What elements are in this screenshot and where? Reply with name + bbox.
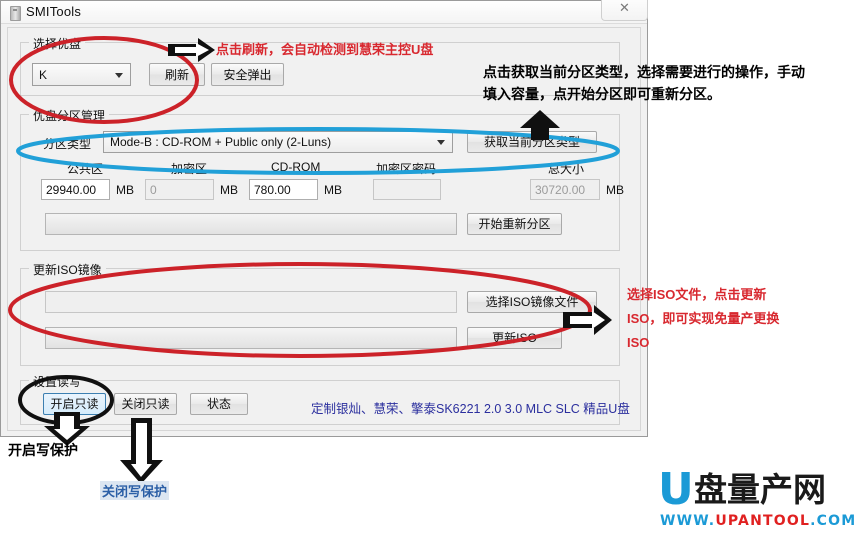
- public-area-label: 公共区: [67, 162, 104, 176]
- annotation-refresh-note: 点击刷新，会自动检测到慧荣主控U盘: [216, 42, 434, 57]
- refresh-button[interactable]: 刷新: [149, 63, 205, 86]
- annotation-iso-note-line2: ISO，即可实现免量产更换: [627, 311, 780, 326]
- app-note-text: 定制银灿、慧荣、擎泰SK6221 2.0 3.0 MLC SLC 精品U盘: [311, 402, 630, 416]
- logo-url-www: WWW.: [660, 513, 716, 529]
- partition-type-label: 分区类型: [43, 137, 92, 151]
- logo-url-main: UPANTOOL: [715, 513, 811, 529]
- cdrom-label: CD-ROM: [271, 160, 321, 174]
- enable-readonly-button[interactable]: 开启只读: [43, 393, 106, 415]
- safe-eject-button[interactable]: 安全弹出: [211, 63, 284, 86]
- upantool-logo: U 盘量产网 WWW.UPANTOOL.COM: [658, 468, 858, 530]
- cdrom-unit: MB: [324, 183, 342, 197]
- secure-password-label: 加密区密码: [376, 162, 437, 176]
- update-iso-button[interactable]: 更新ISO: [467, 327, 562, 349]
- select-drive-group-title: 选择优盘: [29, 35, 86, 52]
- drive-select-combo[interactable]: K: [32, 63, 131, 86]
- total-size-unit: MB: [606, 183, 624, 197]
- readwrite-group-title: 设置读写: [29, 373, 86, 390]
- window-title: SMITools: [26, 4, 82, 19]
- public-area-input[interactable]: 29940.00: [41, 179, 110, 200]
- iso-progress-bar: [45, 327, 457, 349]
- chevron-down-icon: [115, 72, 123, 78]
- iso-group-title: 更新ISO镜像: [29, 261, 106, 278]
- partition-type-value: Mode-B : CD-ROM + Public only (2-Luns): [110, 135, 332, 149]
- partition-progress-bar: [45, 213, 457, 235]
- annotation-enable-protect-note: 开启写保护: [8, 442, 78, 458]
- annotation-iso-note-line1: 选择ISO文件，点击更新: [627, 287, 767, 302]
- usb-drive-icon: [10, 6, 21, 21]
- partition-type-combo[interactable]: Mode-B : CD-ROM + Public only (2-Luns): [103, 131, 453, 153]
- annotation-iso-note-line3: ISO: [627, 335, 650, 350]
- iso-group: 更新ISO镜像 选择ISO镜像文件 更新ISO: [20, 261, 620, 366]
- logo-url: WWW.UPANTOOL.COM: [660, 513, 856, 529]
- secure-password-input[interactable]: [373, 179, 441, 200]
- logo-url-com: .COM: [810, 513, 857, 529]
- logo-name: 盘量产网: [694, 471, 826, 508]
- readwrite-group: 设置读写 开启只读 关闭只读 状态 定制银灿、慧荣、擎泰SK6221 2.0 3…: [20, 373, 630, 425]
- status-button[interactable]: 状态: [190, 393, 248, 415]
- secure-area-label: 加密区: [171, 162, 208, 176]
- annotation-disable-protect-note: 关闭写保护: [100, 481, 170, 500]
- iso-path-input[interactable]: [45, 291, 457, 313]
- title-bar: SMITools ✕: [1, 0, 648, 24]
- chevron-down-icon: [437, 140, 445, 145]
- start-repartition-button[interactable]: 开始重新分区: [467, 213, 562, 235]
- select-iso-file-button[interactable]: 选择ISO镜像文件: [467, 291, 597, 313]
- partition-group: 优盘分区管理 分区类型 Mode-B : CD-ROM + Public onl…: [20, 107, 624, 251]
- close-icon: ✕: [619, 1, 630, 16]
- logo-u-mark: U: [658, 464, 694, 515]
- total-size-label: 总大小: [548, 162, 585, 176]
- cdrom-input[interactable]: 780.00: [249, 179, 318, 200]
- secure-area-input[interactable]: 0: [145, 179, 214, 200]
- total-size-input[interactable]: 30720.00: [530, 179, 600, 200]
- annotation-partition-note-line1: 点击获取当前分区类型，选择需要进行的操作，手动: [483, 64, 805, 80]
- get-partition-type-button[interactable]: 获取当前分区类型: [467, 131, 597, 153]
- secure-area-unit: MB: [220, 183, 238, 197]
- disable-readonly-button[interactable]: 关闭只读: [114, 393, 177, 415]
- drive-select-value: K: [39, 67, 48, 82]
- annotation-partition-note-line2: 填入容量，点开始分区即可重新分区。: [483, 86, 721, 102]
- partition-group-title: 优盘分区管理: [29, 107, 110, 124]
- close-button[interactable]: ✕: [601, 0, 648, 21]
- public-area-unit: MB: [116, 183, 134, 197]
